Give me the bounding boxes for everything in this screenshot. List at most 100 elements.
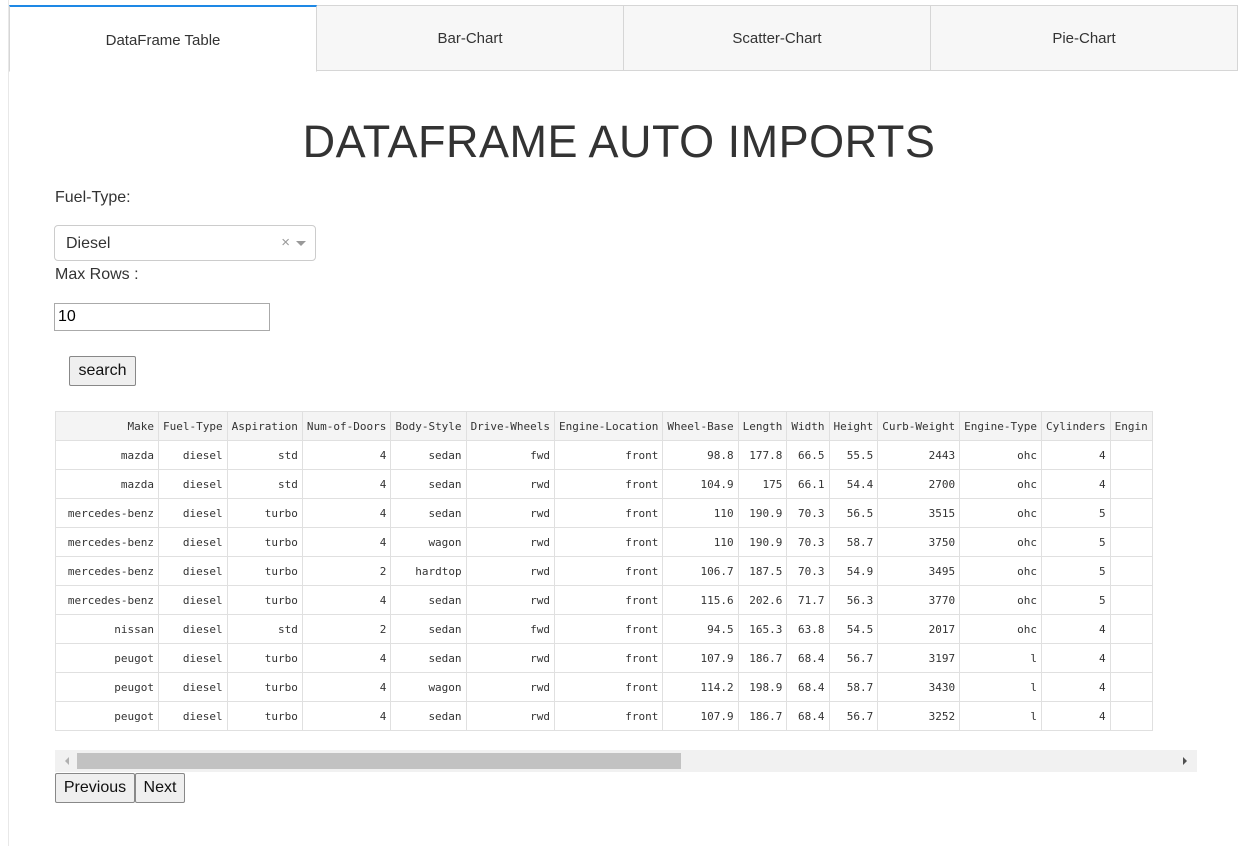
chevron-down-icon[interactable] [296, 241, 306, 246]
table-cell: 70.3 [786, 527, 830, 557]
table-cell: turbo [226, 701, 303, 731]
table-cell [1109, 556, 1153, 586]
fuel-type-dropdown[interactable]: Diesel × [54, 225, 316, 261]
table-cell: mazda [55, 469, 159, 499]
table-cell: 68.4 [786, 643, 830, 673]
column-header[interactable]: Width [786, 411, 830, 441]
tab-pie-chart[interactable]: Pie-Chart [931, 5, 1238, 71]
table-cell: 70.3 [786, 556, 830, 586]
table-cell: ohc [959, 556, 1042, 586]
table-cell: peugot [55, 643, 159, 673]
table-cell: 3750 [877, 527, 961, 557]
table-cell: 4 [301, 469, 392, 499]
column-header[interactable]: Wheel-Base [662, 411, 739, 441]
column-header[interactable]: Make [55, 411, 159, 441]
column-header[interactable]: Length [737, 411, 788, 441]
column-header[interactable]: Height [828, 411, 879, 441]
column-header[interactable]: Engine-Location [554, 411, 664, 441]
tab-bar: DataFrame Table Bar-Chart Scatter-Chart … [9, 5, 1238, 72]
search-button[interactable]: search [69, 356, 136, 386]
column-header[interactable]: Num-of-Doors [301, 411, 392, 441]
table-cell: rwd [465, 672, 556, 702]
table-cell: 4 [301, 440, 392, 470]
tab-label: DataFrame Table [105, 31, 221, 49]
table-cell: peugot [55, 672, 159, 702]
scrollbar-thumb[interactable] [77, 753, 681, 769]
table-cell [1109, 643, 1153, 673]
table-cell: 4 [1040, 440, 1111, 470]
table-cell: 3430 [877, 672, 961, 702]
column-header[interactable]: Aspiration [226, 411, 303, 441]
clear-icon[interactable]: × [281, 234, 290, 251]
fuel-type-selected-value: Diesel [66, 235, 111, 252]
table-cell: std [226, 440, 303, 470]
table-row: mercedes-benz diesel turbo 4 sedan rwd front 11… [55, 498, 1153, 528]
table-cell [1109, 701, 1153, 731]
table-cell: rwd [465, 701, 556, 731]
scroll-right-arrow-icon[interactable] [1183, 757, 1187, 765]
column-header[interactable]: Body-Style [390, 411, 467, 441]
table-cell: front [554, 585, 664, 615]
table-cell [1109, 469, 1153, 499]
column-header[interactable]: Fuel-Type [158, 411, 228, 441]
table-cell: diesel [158, 498, 228, 528]
table-cell: 58.7 [828, 527, 879, 557]
table-cell [1109, 498, 1153, 528]
table-cell: 107.9 [662, 701, 739, 731]
table-cell: diesel [158, 527, 228, 557]
table-row: nissan diesel std 2 sedan fwd front 94.5 165.3 63… [55, 614, 1153, 644]
table-cell: 54.4 [828, 469, 879, 499]
horizontal-scrollbar[interactable] [55, 750, 1197, 772]
tab-label: Bar-Chart [437, 29, 503, 47]
table-cell: peugot [55, 701, 159, 731]
table-cell: sedan [390, 643, 467, 673]
table-cell: std [226, 469, 303, 499]
tab-bar-chart[interactable]: Bar-Chart [317, 5, 624, 71]
table-cell: mercedes-benz [55, 498, 159, 528]
table-cell: 56.3 [828, 585, 879, 615]
table-cell: 190.9 [737, 527, 788, 557]
table-cell: diesel [158, 614, 228, 644]
table-cell: 5 [1040, 527, 1111, 557]
scroll-left-arrow-icon[interactable] [65, 757, 69, 765]
column-header[interactable]: Engine-Type [959, 411, 1042, 441]
column-header[interactable]: Curb-Weight [877, 411, 961, 441]
column-header[interactable]: Cylinders [1040, 411, 1111, 441]
column-header[interactable]: Drive-Wheels [465, 411, 556, 441]
page-title: DATAFRAME AUTO IMPORTS [302, 116, 936, 167]
table-cell: 68.4 [786, 701, 830, 731]
table-cell: l [959, 701, 1042, 731]
table-cell: rwd [465, 643, 556, 673]
tab-scatter-chart[interactable]: Scatter-Chart [624, 5, 931, 71]
table-cell: 3252 [877, 701, 961, 731]
table-cell: 2017 [877, 614, 961, 644]
column-header[interactable]: Engin [1109, 411, 1153, 441]
previous-button[interactable]: Previous [55, 773, 135, 803]
table-cell: diesel [158, 469, 228, 499]
table-cell: sedan [390, 701, 467, 731]
table-cell: 54.5 [828, 614, 879, 644]
table-cell: 186.7 [737, 701, 788, 731]
max-rows-input[interactable] [54, 303, 270, 331]
table-cell: std [226, 614, 303, 644]
tab-dataframe-table[interactable]: DataFrame Table [9, 5, 317, 72]
table-cell: 56.7 [828, 701, 879, 731]
table-row: mazda diesel std 4 sedan rwd front 104.9 175 66.1… [55, 469, 1153, 499]
table-cell: 70.3 [786, 498, 830, 528]
table-cell: 2 [301, 614, 392, 644]
table-cell [1109, 527, 1153, 557]
fuel-type-label: Fuel-Type: [55, 189, 131, 206]
table-cell: 3515 [877, 498, 961, 528]
table-cell: turbo [226, 643, 303, 673]
table-cell: 110 [662, 498, 739, 528]
table-cell: 3197 [877, 643, 961, 673]
table-cell: diesel [158, 585, 228, 615]
table-cell: hardtop [390, 556, 467, 586]
table-cell: 104.9 [662, 469, 739, 499]
table-cell: mercedes-benz [55, 556, 159, 586]
table-row: mercedes-benz diesel turbo 4 wagon rwd front 11… [55, 527, 1153, 557]
table-cell: ohc [959, 614, 1042, 644]
next-button[interactable]: Next [135, 773, 185, 803]
table-body: mazda diesel std 4 sedan fwd front 98.8 177.8 66.… [55, 440, 1153, 731]
table-cell: l [959, 643, 1042, 673]
